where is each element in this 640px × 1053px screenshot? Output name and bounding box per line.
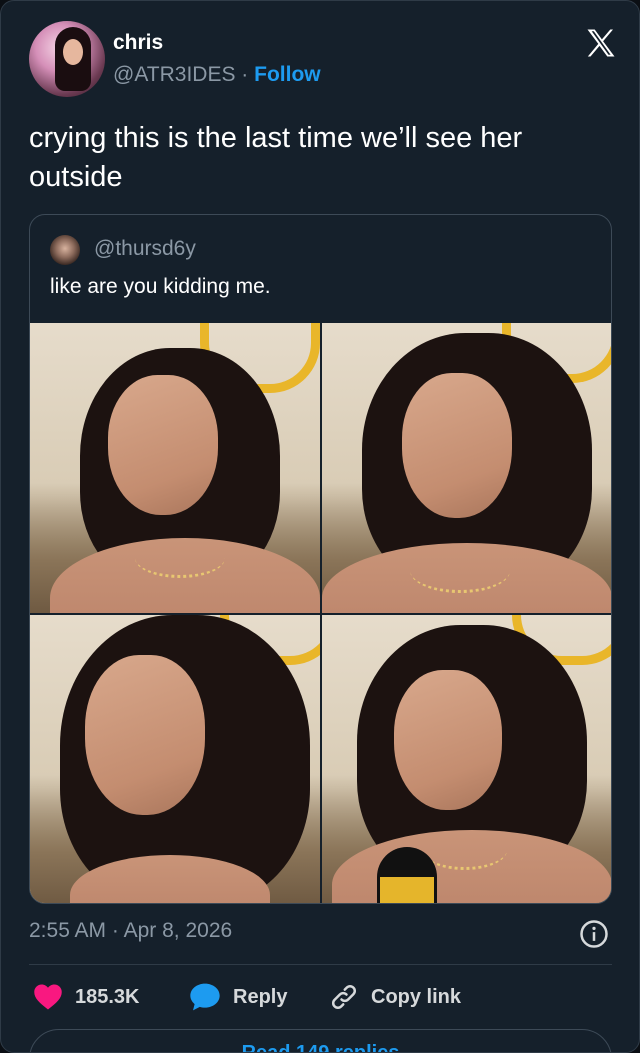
action-bar: 185.3K Reply Copy link [29,979,612,1015]
necklace-shape [135,538,225,578]
reply-button[interactable]: Reply [189,979,287,1015]
author-handle-row: @ATR3IDES · Follow [113,63,321,87]
photo-grid [30,323,611,903]
reply-label: Reply [233,985,288,1008]
quoted-avatar[interactable] [50,235,80,265]
tweet-text: crying this is the last time we’ll see h… [29,122,523,193]
author-name[interactable]: chris [113,31,163,55]
author-handle[interactable]: @ATR3IDES [113,63,235,86]
quoted-tweet[interactable]: @thursd6y like are you kidding me. [29,214,612,904]
speech-bubble-icon [190,983,220,1011]
tweet-date: Apr 8, 2026 [123,919,233,942]
copy-link-label: Copy link [371,985,462,1008]
quoted-handle[interactable]: @thursd6y [94,237,196,261]
tweet-time: 2:55 AM [29,919,107,942]
necklace-shape [422,830,507,870]
avatar-face-shape [63,39,83,65]
follow-button[interactable]: Follow [254,63,321,86]
photo-2[interactable] [322,323,611,613]
photo-4[interactable] [322,615,611,903]
photo-1[interactable] [30,323,320,613]
tweet-timestamp[interactable]: 2:55 AM · Apr 8, 2026 [29,919,232,943]
link-icon [331,984,357,1010]
photo-3[interactable] [30,615,320,903]
author-avatar[interactable] [29,21,105,97]
face-shape [85,655,205,815]
divider [29,964,612,965]
microphone-tag-shape [380,877,434,903]
quoted-text: like are you kidding me. [50,275,271,298]
info-icon[interactable] [579,919,609,949]
face-shape [402,373,512,518]
necklace-shape [410,548,510,593]
copy-link-button[interactable]: Copy link [329,979,461,1015]
read-replies-button[interactable]: Read 149 replies [29,1029,612,1052]
tweet-card: chris @ATR3IDES · Follow crying this is … [0,0,640,1053]
like-button[interactable]: 185.3K [33,979,140,1015]
heart-icon [34,984,62,1010]
x-logo-icon[interactable] [583,25,619,61]
tweet-header: chris @ATR3IDES · Follow [29,21,619,101]
handle-separator: · [241,63,249,86]
face-shape [108,375,218,515]
like-count: 185.3K [75,985,140,1008]
timestamp-separator: · [111,919,119,942]
face-shape [394,670,502,810]
